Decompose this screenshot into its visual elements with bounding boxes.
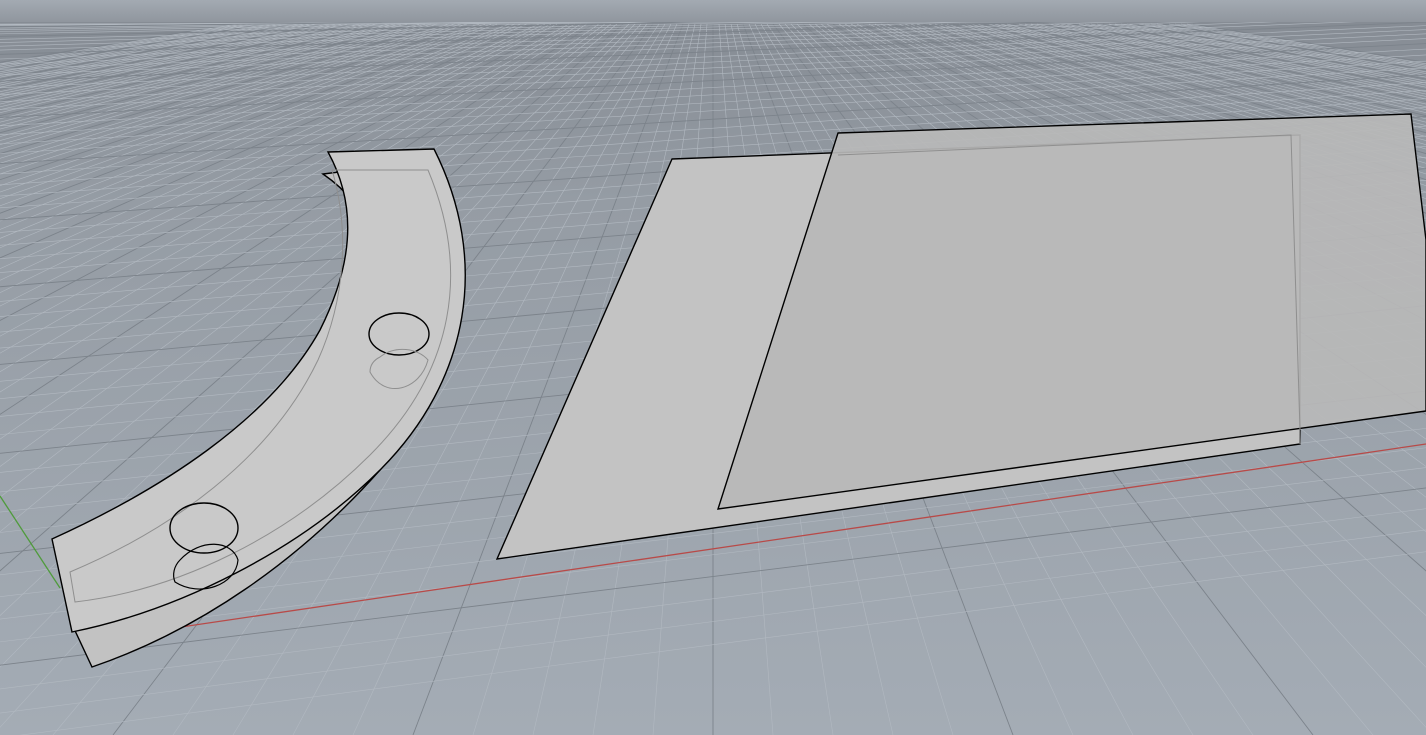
viewport-sky [0,0,1426,24]
viewport-scene[interactable] [0,0,1426,735]
3d-viewport[interactable] [0,0,1426,735]
